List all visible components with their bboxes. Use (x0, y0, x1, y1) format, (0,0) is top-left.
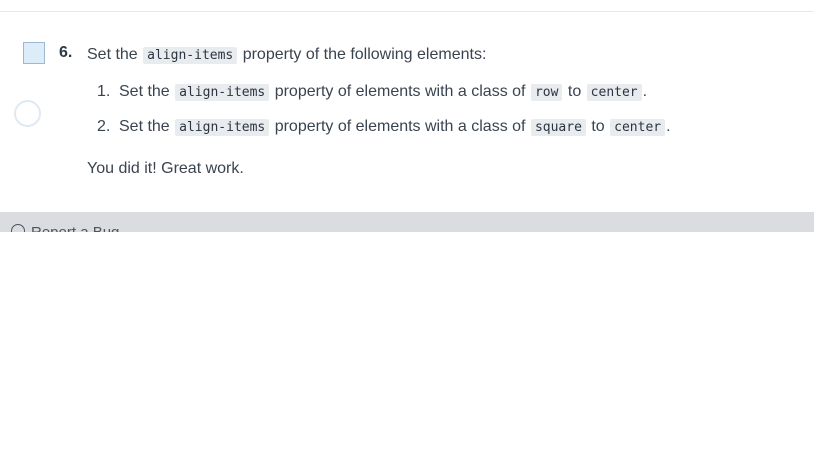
list-item: Set the align-items property of elements… (119, 118, 671, 136)
list-item-number: 2. (97, 118, 111, 135)
code-value: center (610, 119, 666, 136)
code-class-name: square (530, 119, 586, 136)
item-text-before: Set the (119, 118, 170, 135)
step-checkbox[interactable] (23, 42, 45, 64)
completion-message: You did it! Great work. (87, 160, 244, 177)
bug-report-icon (11, 224, 25, 232)
footer-bar: Report a Bug (0, 212, 814, 232)
list-item: Set the align-items property of elements… (119, 83, 647, 101)
report-bug-link[interactable]: Report a Bug (11, 224, 119, 232)
report-bug-label: Report a Bug (31, 224, 119, 232)
item-text-middle: property of elements with a class of (274, 83, 526, 100)
intro-text-before: Set the (87, 46, 138, 63)
lesson-panel: 6. Set the align-items property of the f… (0, 0, 814, 232)
item-text-to: to (591, 118, 605, 135)
code-value: center (586, 84, 642, 101)
item-text-to: to (567, 83, 582, 100)
item-text-middle: property of elements with a class of (274, 118, 526, 135)
progress-circle-icon (14, 100, 41, 127)
top-divider (0, 11, 814, 12)
step-instructions: Set the align-items property of the foll… (87, 46, 486, 64)
item-text-end: . (666, 118, 671, 135)
step-number: 6. (59, 44, 73, 61)
item-text-end: . (642, 83, 648, 100)
code-align-items: align-items (143, 47, 238, 64)
intro-text-after: property of the following elements: (242, 46, 487, 63)
item-text-before: Set the (119, 83, 170, 100)
list-item-number: 1. (97, 83, 111, 100)
code-class-name: row (530, 84, 563, 101)
code-align-items: align-items (175, 119, 270, 136)
code-align-items: align-items (175, 84, 270, 101)
